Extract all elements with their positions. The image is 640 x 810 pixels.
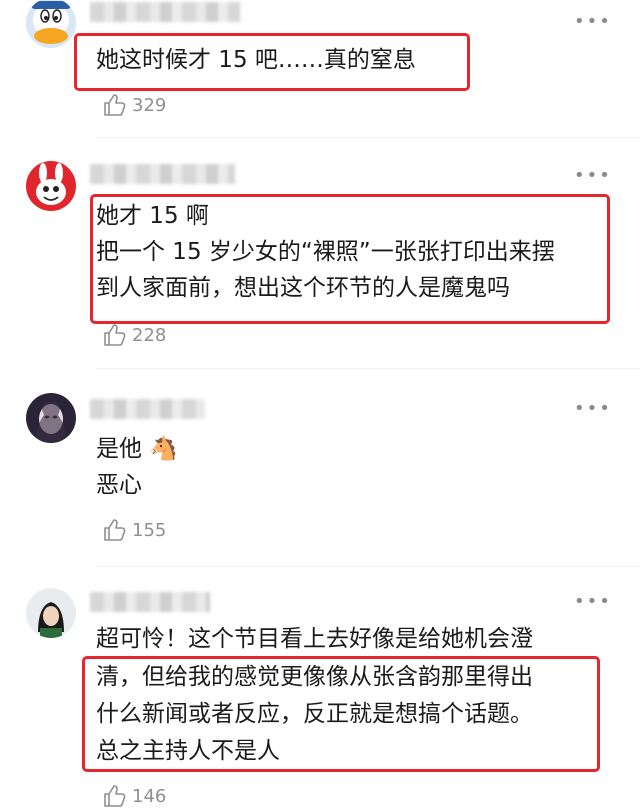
comment-line: 清，但给我的感觉更像像从张含韵那里得出 [96, 664, 533, 690]
comment-line: 把一个 15 岁少女的“裸照”一张张打印出来摆 [96, 239, 555, 265]
like-count: 146 [132, 785, 167, 807]
comment-line: 恶心 [96, 472, 142, 498]
avatar[interactable] [26, 161, 76, 211]
more-dots-icon[interactable]: ••• [574, 167, 610, 185]
divider [96, 368, 640, 369]
more-dots-icon[interactable]: ••• [574, 13, 610, 31]
avatar[interactable] [26, 393, 76, 443]
comment-line: 她才 15 啊 [96, 203, 209, 229]
like-count: 329 [132, 94, 167, 116]
like-button[interactable]: 146 [102, 782, 166, 810]
like-button[interactable]: 228 [102, 321, 166, 349]
divider [96, 137, 640, 138]
more-dots-icon[interactable]: ••• [574, 593, 610, 611]
like-button[interactable]: 155 [102, 516, 166, 544]
username-blurred[interactable] [90, 2, 240, 22]
comment-line: 什么新闻或者反应，反正就是想搞个话题。 [96, 701, 533, 727]
username-blurred[interactable] [90, 399, 205, 419]
avatar[interactable] [26, 588, 76, 638]
divider [96, 566, 640, 567]
comment-line: 是他 🐴 [96, 436, 178, 462]
more-dots-icon[interactable]: ••• [574, 400, 610, 418]
comment-line: 超可怜！这个节目看上去好像是给她机会澄 [96, 626, 533, 652]
thumbs-up-icon [104, 519, 126, 541]
like-button[interactable]: 329 [102, 91, 166, 119]
username-blurred[interactable] [90, 164, 235, 184]
avatar[interactable] [26, 0, 76, 48]
comment-line: 她这时候才 15 吧……真的窒息 [96, 47, 416, 73]
like-count: 228 [132, 324, 167, 346]
thumbs-up-icon [104, 324, 126, 346]
comment-line: 总之主持人不是人 [96, 738, 280, 764]
comment-line: 到人家面前，想出这个环节的人是魔鬼吗 [96, 275, 510, 301]
like-count: 155 [132, 519, 167, 541]
thumbs-up-icon [104, 94, 126, 116]
username-blurred[interactable] [90, 592, 210, 612]
thumbs-up-icon [104, 785, 126, 807]
